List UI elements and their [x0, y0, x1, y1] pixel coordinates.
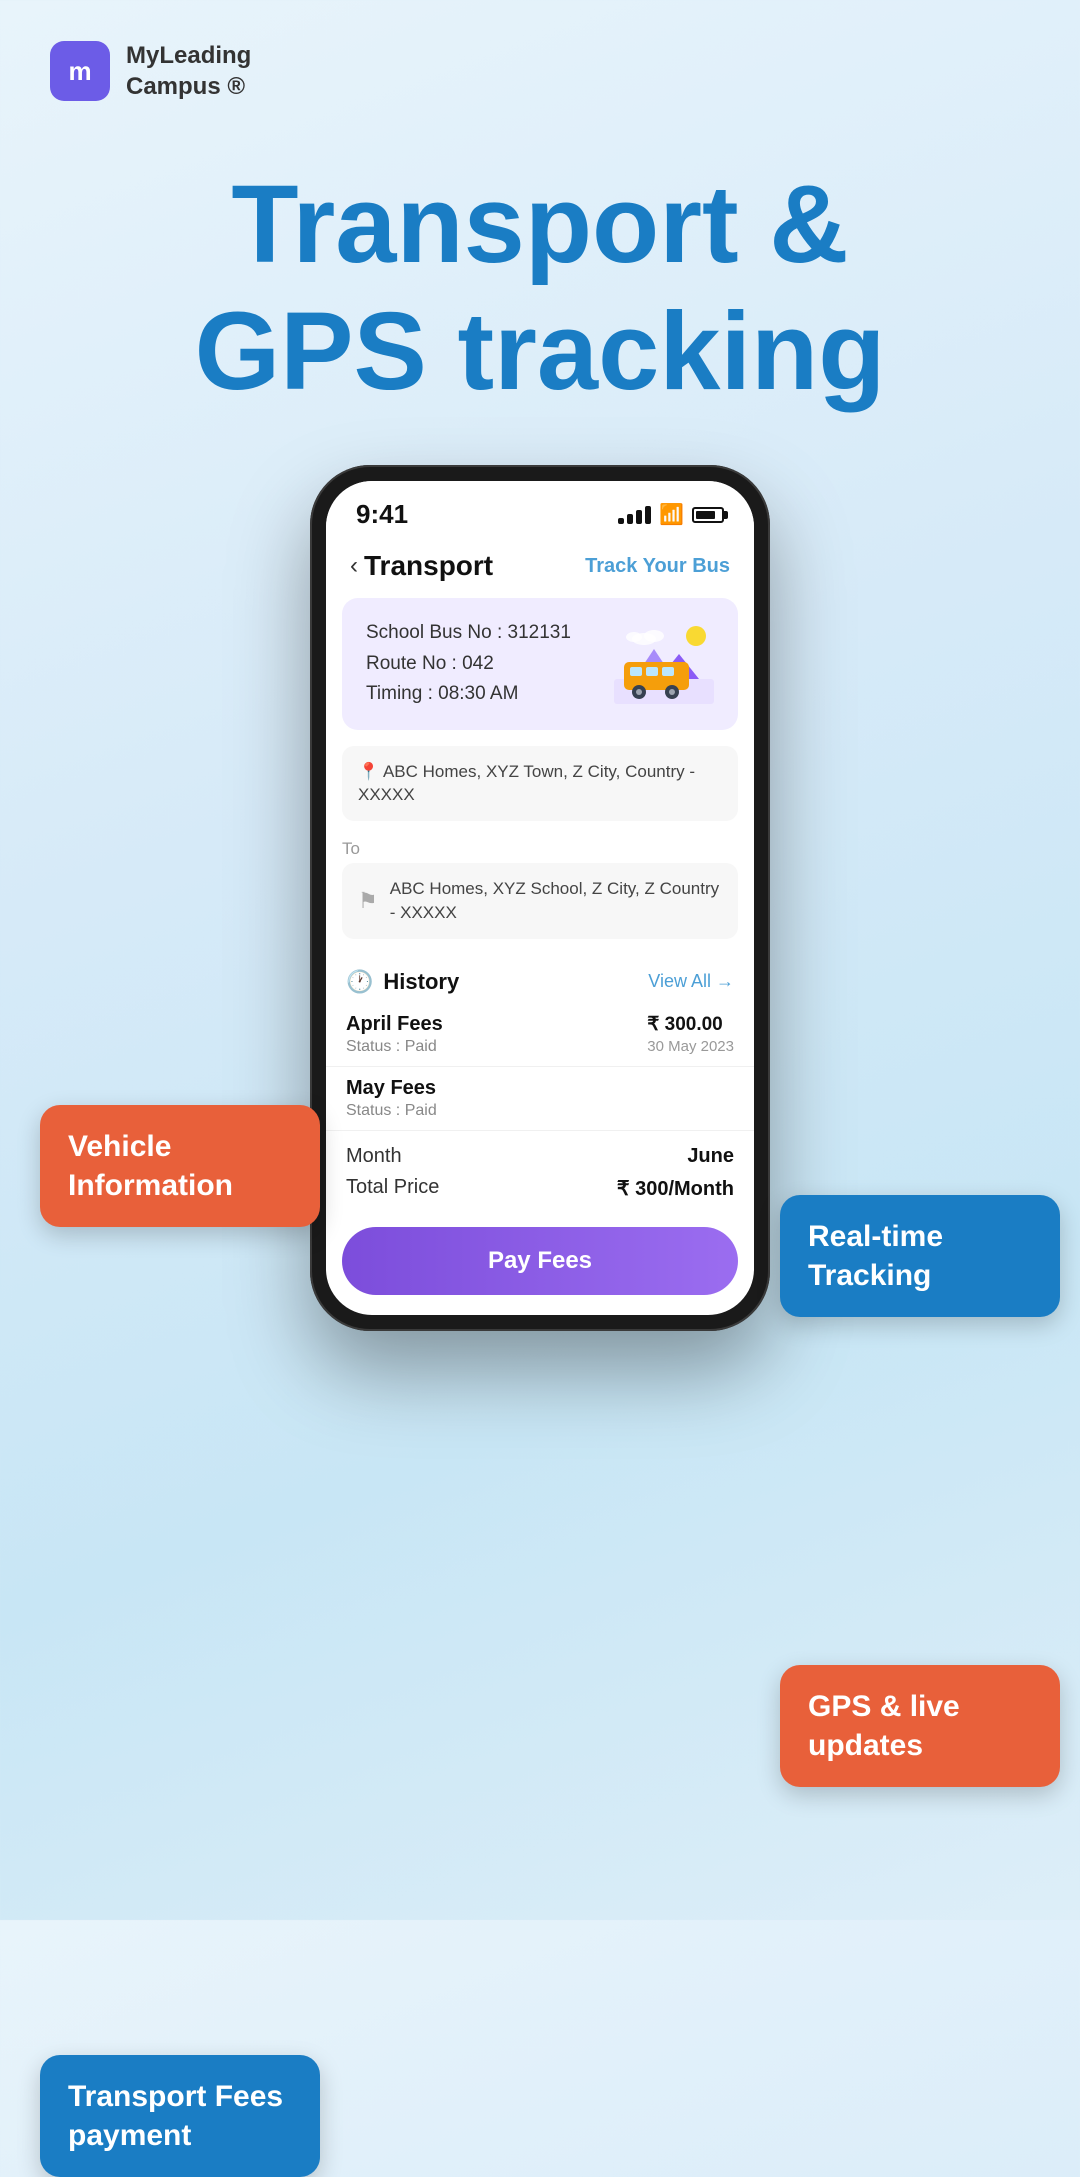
back-button[interactable]: ‹ Transport — [350, 550, 493, 582]
back-arrow-icon: ‹ — [350, 552, 358, 580]
total-price-row: Total Price ₹ 300/Month — [346, 1176, 734, 1201]
fee-row-april: April Fees Status : Paid ₹ 300.00 30 May… — [326, 1003, 754, 1067]
view-all-link[interactable]: View All → — [648, 971, 734, 992]
to-section: To ⚑ ABC Homes, XYZ School, Z City, Z Co… — [326, 829, 754, 957]
status-bar: 9:41 📶 — [326, 481, 754, 538]
bus-illustration — [614, 624, 714, 704]
battery-icon — [692, 507, 724, 523]
status-icons: 📶 — [618, 502, 724, 527]
history-title: 🕐 History — [346, 969, 459, 995]
hero-title: Transport & GPS tracking — [0, 122, 1080, 445]
phone-screen: 9:41 📶 ‹ Tr — [326, 481, 754, 1314]
from-section: 📍 ABC Homes, XYZ Town, Z City, Country -… — [326, 742, 754, 830]
fee-row-may: May Fees Status : Paid — [326, 1067, 754, 1131]
flag-icon: ⚑ — [358, 888, 378, 914]
fee-may-info: May Fees Status : Paid — [346, 1077, 437, 1120]
fee-april-info: April Fees Status : Paid — [346, 1013, 443, 1056]
fee-april-amount: ₹ 300.00 30 May 2023 — [647, 1013, 734, 1055]
header: m MyLeading Campus ® — [0, 0, 1080, 122]
app-header: ‹ Transport Track Your Bus — [326, 538, 754, 598]
brand-name: MyLeading Campus ® — [126, 40, 251, 102]
logo-icon: m — [50, 41, 110, 101]
pay-fees-button[interactable]: Pay Fees — [342, 1227, 738, 1295]
route-number: Route No : 042 — [366, 649, 571, 679]
to-label: To — [342, 839, 738, 859]
vehicle-info-bubble: Vehicle Information — [40, 1105, 320, 1227]
gps-updates-bubble: GPS & live updates — [780, 1665, 1060, 1787]
from-address: 📍 ABC Homes, XYZ Town, Z City, Country -… — [342, 746, 738, 822]
clock-icon: 🕐 — [346, 969, 373, 995]
transport-fees-bubble: Transport Fees payment — [40, 2055, 320, 2177]
bus-number: School Bus No : 312131 — [366, 618, 571, 648]
month-row: Month June — [346, 1145, 734, 1168]
bus-timing: Timing : 08:30 AM — [366, 679, 571, 709]
track-bus-link[interactable]: Track Your Bus — [585, 555, 730, 578]
summary-section: Month June Total Price ₹ 300/Month — [326, 1131, 754, 1215]
to-address-card: ⚑ ABC Homes, XYZ School, Z City, Z Count… — [342, 863, 738, 939]
wifi-icon: 📶 — [659, 502, 684, 527]
signal-icon — [618, 506, 651, 524]
phone-mockup: Vehicle Information Real-time Tracking G… — [0, 465, 1080, 1330]
history-header: 🕐 History View All → — [326, 957, 754, 1003]
to-address: ABC Homes, XYZ School, Z City, Z Country… — [390, 877, 722, 925]
phone-outer: 9:41 📶 ‹ Tr — [310, 465, 770, 1330]
bus-info-card: School Bus No : 312131 Route No : 042 Ti… — [342, 598, 738, 729]
bus-details: School Bus No : 312131 Route No : 042 Ti… — [366, 618, 571, 709]
status-time: 9:41 — [356, 499, 408, 530]
realtime-tracking-bubble: Real-time Tracking — [780, 1195, 1060, 1317]
